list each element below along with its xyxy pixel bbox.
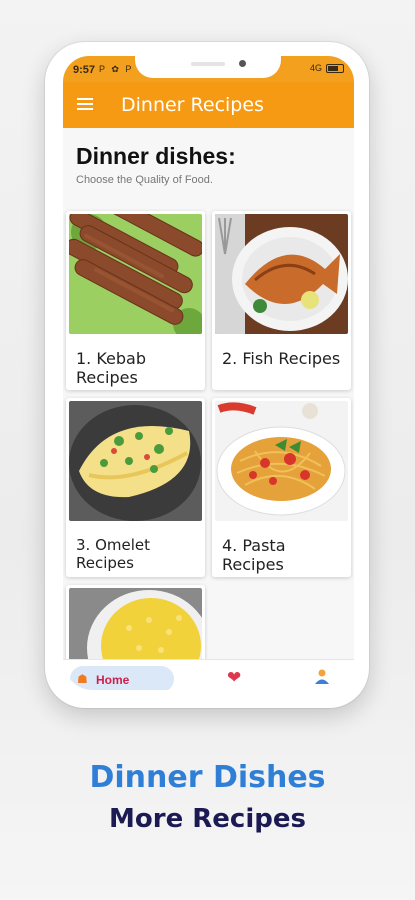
pasta-image (215, 401, 348, 521)
app-bar: Dinner Recipes (63, 82, 354, 128)
recipe-card-rice[interactable] (66, 585, 205, 665)
recipe-card-label: 2. Fish Recipes (222, 349, 341, 368)
app-screen: 9:57 P ✿ P 4G Dinner Recipes Dinner dish… (63, 56, 354, 690)
kebab-image (69, 214, 202, 334)
app-title: Dinner Recipes (121, 94, 264, 116)
notification-icons: P ✿ P (99, 64, 134, 74)
promo-title: Dinner Dishes (89, 760, 326, 795)
bottom-navigation: ☗ Home ❤ (63, 659, 354, 690)
promo-subtitle: More Recipes (109, 804, 306, 834)
person-icon[interactable] (314, 668, 330, 684)
recipe-card-fish[interactable]: 2. Fish Recipes (212, 211, 351, 390)
phone-notch (135, 46, 281, 78)
nav-home-label: Home (96, 673, 130, 687)
page-title: Dinner dishes: (76, 143, 236, 169)
rice-image (69, 588, 202, 665)
recipe-card-pasta[interactable]: 4. Pasta Recipes (212, 398, 351, 577)
front-camera (239, 60, 246, 67)
recipe-card-kebab[interactable]: 1. Kebab Recipes (66, 211, 205, 390)
recipe-card-label: 4. Pasta Recipes (222, 536, 286, 574)
heart-icon[interactable]: ❤ (227, 668, 241, 688)
battery-icon (326, 63, 344, 73)
recipe-card-omelet[interactable]: 3. Omelet Recipes (66, 398, 205, 577)
status-right: 4G (310, 63, 344, 73)
omelet-image (69, 401, 202, 521)
page-subtitle: Choose the Quality of Food. (76, 174, 213, 186)
network-label: 4G (309, 63, 322, 73)
recipe-card-label: 3. Omelet Recipes (76, 536, 151, 572)
hamburger-menu-icon[interactable] (77, 98, 93, 110)
nav-home[interactable]: ☗ Home (70, 666, 174, 690)
speaker (191, 62, 225, 66)
status-time: 9:57 (73, 64, 96, 76)
fish-image (215, 214, 348, 334)
home-icon: ☗ (77, 672, 88, 686)
recipe-card-label: 1. Kebab Recipes (76, 349, 147, 387)
